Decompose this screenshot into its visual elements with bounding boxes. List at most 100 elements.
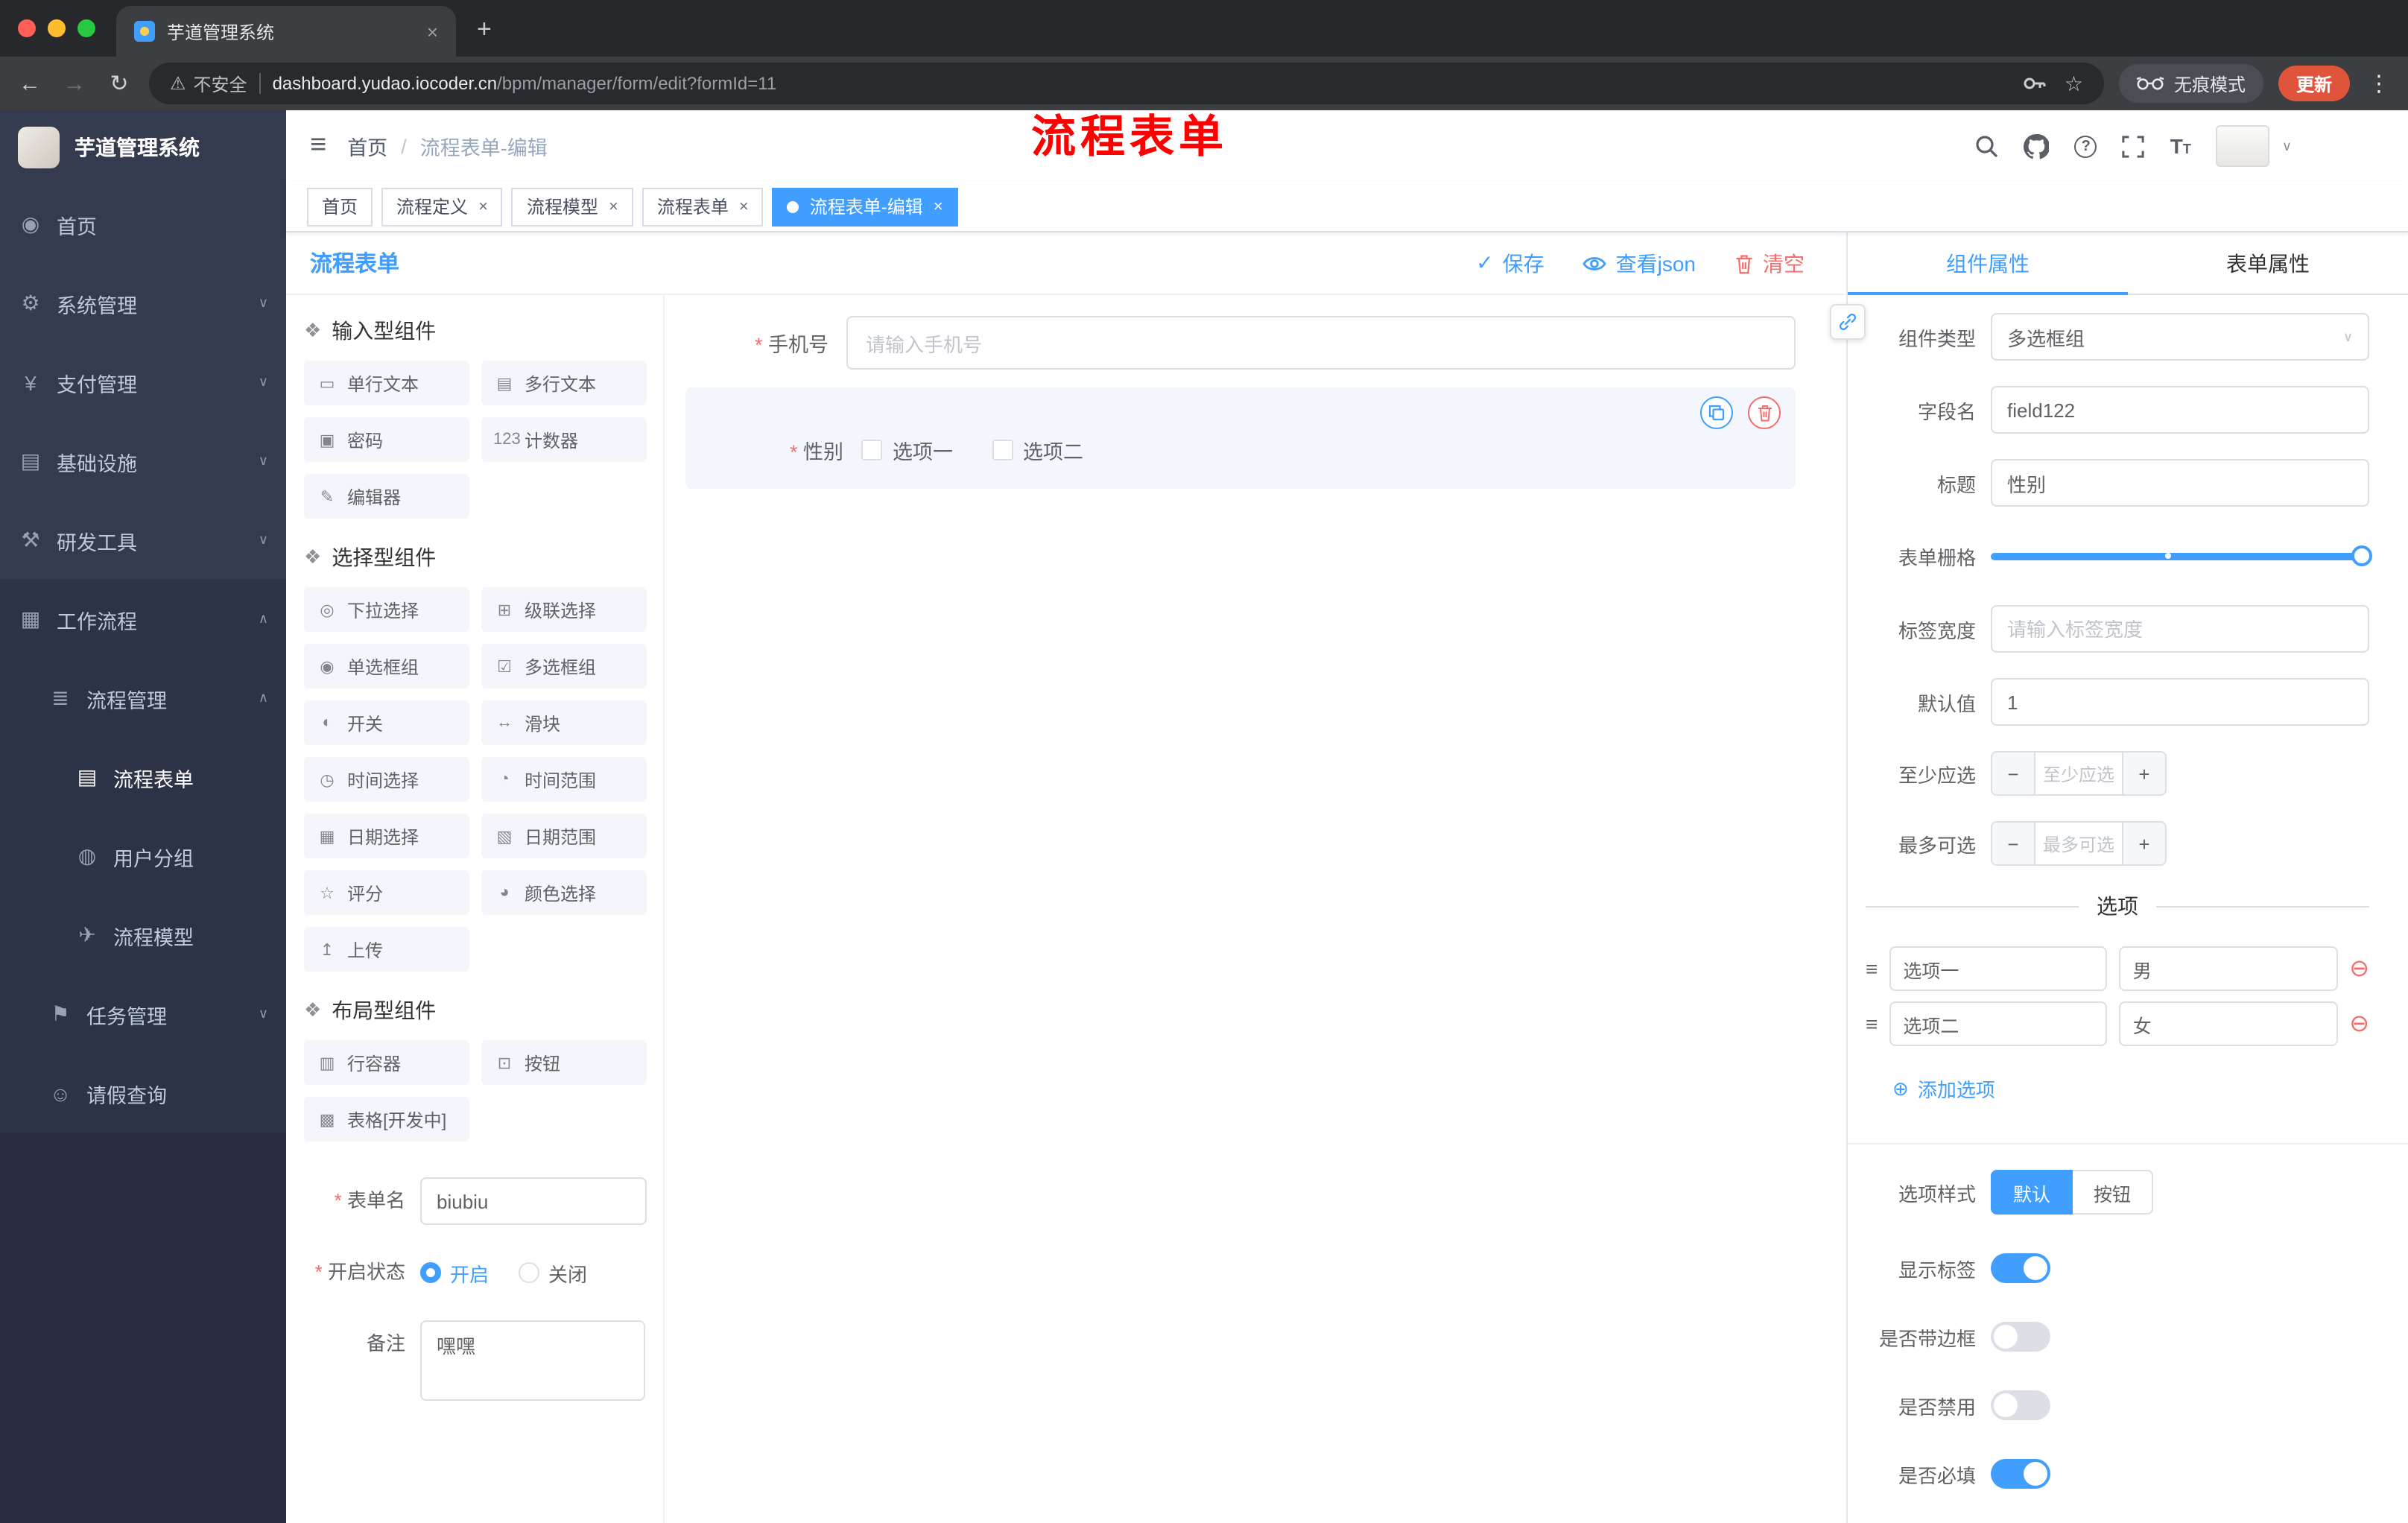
- reload-icon[interactable]: ↻: [104, 70, 134, 97]
- sidebar-item-devtools[interactable]: ⚒ 研发工具 ∨: [0, 501, 286, 580]
- phone-input[interactable]: 请输入手机号: [846, 316, 1796, 370]
- help-icon[interactable]: ?: [2074, 135, 2097, 157]
- component-date-range[interactable]: ▧ 日期范围: [481, 814, 647, 858]
- form-name-input[interactable]: [420, 1177, 647, 1225]
- border-switch[interactable]: [1991, 1322, 2050, 1352]
- sidebar-item-process-manage[interactable]: ≣ 流程管理 ∧: [0, 659, 286, 738]
- option-label-input[interactable]: [1889, 946, 2108, 991]
- component-slider[interactable]: ↔ 滑块: [481, 700, 647, 745]
- clear-button[interactable]: 清空: [1734, 248, 1805, 278]
- tag-process-definition[interactable]: 流程定义 ×: [381, 187, 503, 226]
- browser-tab[interactable]: 芋道管理系统 ×: [116, 6, 456, 57]
- sidebar-item-home[interactable]: ◉ 首页: [0, 185, 286, 264]
- tag-process-form[interactable]: 流程表单 ×: [641, 187, 764, 226]
- default-value-input[interactable]: [1991, 678, 2369, 726]
- component-counter[interactable]: 123 计数器: [481, 417, 647, 462]
- link-button[interactable]: [1830, 304, 1866, 340]
- minimize-window-button[interactable]: [48, 19, 66, 37]
- component-editor[interactable]: ✎ 编辑器: [304, 474, 469, 519]
- close-icon[interactable]: ×: [609, 197, 618, 215]
- tab-component-props[interactable]: 组件属性: [1848, 232, 2128, 295]
- field-name-input[interactable]: [1991, 386, 2369, 434]
- max-select-placeholder[interactable]: 最多可选: [2034, 823, 2123, 864]
- avatar[interactable]: [2216, 125, 2270, 167]
- maximize-window-button[interactable]: [77, 19, 95, 37]
- sidebar-item-leave-query[interactable]: ☺ 请假查询: [0, 1054, 286, 1133]
- option-style-default[interactable]: 默认: [1991, 1170, 2073, 1215]
- sidebar-item-infra[interactable]: ▤ 基础设施 ∨: [0, 422, 286, 501]
- disabled-switch[interactable]: [1991, 1390, 2050, 1420]
- close-icon[interactable]: ×: [427, 20, 438, 42]
- fullscreen-icon[interactable]: [2123, 135, 2145, 157]
- component-password[interactable]: ▣ 密码: [304, 417, 469, 462]
- form-canvas[interactable]: 手机号 请输入手机号 性别: [665, 295, 1846, 1523]
- component-upload[interactable]: ↥ 上传: [304, 927, 469, 972]
- close-icon[interactable]: ×: [739, 197, 749, 215]
- update-browser-button[interactable]: 更新: [2278, 66, 2350, 101]
- kebab-menu-icon[interactable]: ⋮: [2368, 70, 2390, 97]
- delete-component-button[interactable]: [1748, 396, 1781, 429]
- sidebar-item-user-group[interactable]: ◍ 用户分组: [0, 817, 286, 896]
- gender-field[interactable]: 性别 选项一 选项二: [700, 435, 1781, 465]
- component-multi-text[interactable]: ▤ 多行文本: [481, 361, 647, 405]
- component-table[interactable]: ▩ 表格[开发中]: [304, 1097, 469, 1142]
- decrease-button[interactable]: −: [1992, 753, 2034, 794]
- increase-button[interactable]: +: [2123, 823, 2165, 864]
- close-window-button[interactable]: [18, 19, 36, 37]
- tab-form-props[interactable]: 表单属性: [2128, 232, 2408, 294]
- label-width-input[interactable]: [1991, 605, 2369, 653]
- component-button[interactable]: ⊡ 按钮: [481, 1040, 647, 1085]
- component-time-range[interactable]: ◔ 时间范围: [481, 757, 647, 802]
- sidebar-item-process-form[interactable]: ▤ 流程表单: [0, 738, 286, 817]
- component-checkbox-group[interactable]: ☑ 多选框组: [481, 644, 647, 688]
- tag-process-form-edit[interactable]: 流程表单-编辑 ×: [772, 187, 958, 226]
- slider-handle[interactable]: [2351, 545, 2372, 566]
- tag-home[interactable]: 首页: [307, 187, 373, 226]
- font-size-icon[interactable]: TT: [2170, 134, 2191, 158]
- save-button[interactable]: ✓ 保存: [1476, 248, 1544, 278]
- option-value-input[interactable]: [2119, 946, 2338, 991]
- option-value-input[interactable]: [2119, 1001, 2338, 1046]
- view-json-button[interactable]: 查看json: [1582, 248, 1696, 278]
- sidebar-item-payment[interactable]: ¥ 支付管理 ∨: [0, 343, 286, 422]
- option-label-input[interactable]: [1889, 1001, 2108, 1046]
- remove-option-icon[interactable]: ⊖: [2349, 1009, 2369, 1039]
- close-icon[interactable]: ×: [478, 197, 488, 215]
- component-select[interactable]: ◎ 下拉选择: [304, 587, 469, 632]
- component-cascader[interactable]: ⊞ 级联选择: [481, 587, 647, 632]
- decrease-button[interactable]: −: [1992, 823, 2034, 864]
- sidebar-item-task-manage[interactable]: ⚑ 任务管理 ∨: [0, 975, 286, 1054]
- radio-closed[interactable]: 关闭: [519, 1258, 587, 1287]
- drag-handle-icon[interactable]: ≡: [1866, 957, 1878, 981]
- address-bar[interactable]: ⚠ 不安全 dashboard.yudao.iocoder.cn/bpm/man…: [149, 63, 2104, 104]
- add-option-button[interactable]: ⊕ 添加选项: [1892, 1074, 2369, 1103]
- title-input[interactable]: [1991, 459, 2369, 507]
- sidebar-item-workflow[interactable]: ▦ 工作流程 ∧: [0, 580, 286, 659]
- required-switch[interactable]: [1991, 1459, 2050, 1489]
- component-single-text[interactable]: ▭ 单行文本: [304, 361, 469, 405]
- close-icon[interactable]: ×: [934, 197, 943, 215]
- sidebar-item-system[interactable]: ⚙ 系统管理 ∨: [0, 264, 286, 343]
- back-icon[interactable]: ←: [15, 71, 45, 96]
- checkbox-option-1[interactable]: 选项一: [861, 435, 953, 465]
- tag-process-model[interactable]: 流程模型 ×: [511, 187, 633, 226]
- component-rate[interactable]: ☆ 评分: [304, 870, 469, 915]
- github-icon[interactable]: [2024, 133, 2050, 159]
- component-radio-group[interactable]: ◉ 单选框组: [304, 644, 469, 688]
- component-switch[interactable]: ◐ 开关: [304, 700, 469, 745]
- slider-track[interactable]: [1991, 545, 2372, 566]
- forward-icon[interactable]: →: [60, 71, 89, 96]
- key-icon[interactable]: [2023, 72, 2047, 95]
- search-icon[interactable]: [1975, 134, 1999, 158]
- star-icon[interactable]: ☆: [2065, 71, 2083, 96]
- component-row-container[interactable]: ▥ 行容器: [304, 1040, 469, 1085]
- option-style-button[interactable]: 按钮: [2073, 1170, 2154, 1215]
- component-color-picker[interactable]: ◕ 颜色选择: [481, 870, 647, 915]
- hamburger-icon[interactable]: ≡: [310, 130, 326, 162]
- component-date-picker[interactable]: ▦ 日期选择: [304, 814, 469, 858]
- new-tab-button[interactable]: +: [477, 15, 492, 45]
- show-label-switch[interactable]: [1991, 1253, 2050, 1283]
- grid-slider[interactable]: [1991, 532, 2372, 580]
- phone-field[interactable]: 手机号 请输入手机号: [685, 316, 1796, 370]
- component-time-picker[interactable]: ◷ 时间选择: [304, 757, 469, 802]
